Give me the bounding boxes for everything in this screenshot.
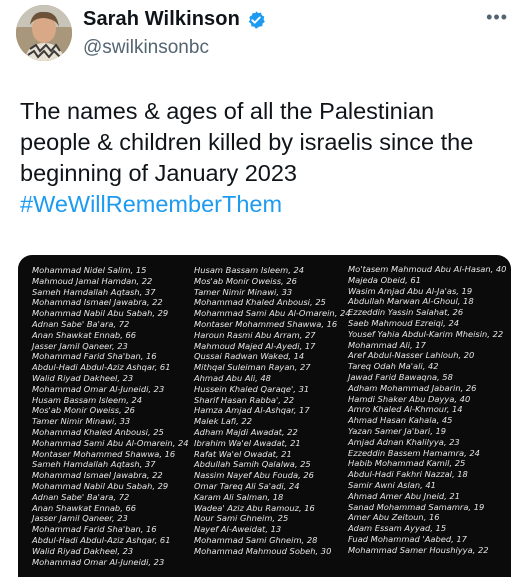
list-item: Saeb Mahmoud Ezreiqi, 24 [348,317,460,328]
list-item: Ezzeddin Bassem Hamamra, 24 [348,447,480,458]
list-item: Mohammad Ali, 17 [348,339,426,350]
list-item: Mohammad Khaled Anbousi, 25 [194,297,326,308]
list-item: Yazan Samer Ja'bari, 19 [348,425,447,436]
list-item: Malek Lafi, 22 [194,416,252,427]
list-item: Anan Shawkat Ennab, 66 [32,329,137,340]
list-item: Mohammad Nabil Abu Sabah, 29 [32,480,169,491]
list-item: Mohammad Samer Houshiyya, 22 [348,544,489,555]
list-item: Tamer Nimir Minawi, 33 [32,416,131,427]
names-column-3: Mo'tasem Mahmoud Abu Al-Hasan, 40 Majeda… [348,264,506,556]
list-item: Hamza Amjad Al-Ashqar, 17 [194,405,310,416]
list-item: Mohammad Farid Sha'ban, 16 [32,524,157,535]
tweet-text: The names & ages of all the Palestinian … [20,96,510,220]
names-column-1: Mohammad Nidel Salim, 15 Mahmoud Jamal H… [32,265,189,567]
list-item: Sanad Mohammad Samamra, 19 [348,501,485,512]
list-item: Adham Mohammad Jabarin, 26 [348,382,477,393]
list-item: Fuad Mohammad 'Aabed, 17 [348,533,467,544]
list-item: Qussai Radwan Waked, 14 [194,351,305,362]
list-item: Abdullah Samih Qalalwa, 25 [194,459,311,470]
list-item: Nassim Nayef Abu Fouda, 26 [194,470,314,481]
list-item: Mos'ab Monir Oweiss, 26 [194,275,297,286]
list-item: Montaser Mohammed Shawwa, 16 [32,448,176,459]
list-item: Ahmad Hasan Kahala, 45 [348,415,453,426]
list-item: Adam Essam Ayyad, 15 [348,523,447,534]
more-options-icon[interactable]: ••• [486,8,508,26]
list-item: Rafat Wa'el Owadat, 21 [194,448,292,459]
list-item: Aref Abdul-Nasser Lahlouh, 20 [348,350,475,361]
list-item: Jawad Farid Bawaqna, 58 [348,371,453,382]
list-item: Montaser Mohammed Shawwa, 16 [194,318,338,329]
list-item: Tareq Odah Ma'ali, 42 [348,361,439,372]
list-item: Mohammad Sami Ghneim, 28 [194,534,318,545]
names-column-2: Husam Bassam Isleem, 24 Mos'ab Monir Owe… [194,265,351,557]
list-item: Anan Shawkat Ennab, 66 [32,502,137,513]
verified-badge-icon [248,10,265,29]
list-item: Abdul-Hadi Abdul-Aziz Ashqar, 61 [32,534,171,545]
list-item: Mohammad Mahmoud Sobeh, 30 [194,545,332,556]
list-item: Jasser Jamil Qaneer, 23 [32,340,128,351]
list-item: Ibrahim Wa'el Awadat, 21 [194,437,301,448]
list-item: Mithqal Suleiman Rayan, 27 [194,362,311,373]
list-item: Wasim Amjad Abu Al-Ja'as, 19 [348,285,473,296]
list-item: Ahmad Abu Ali, 48 [194,372,271,383]
author-name-row: Sarah Wilkinson [83,8,266,31]
list-item: Nayef Al-Aweidat, 13 [194,524,282,535]
hashtag-link[interactable]: #WeWillRememberThem [20,189,510,220]
list-item: Sameh Hamdallah Aqtash, 37 [32,459,156,470]
list-item: Yousef Yahia Abdul-Karim Mheisin, 22 [348,328,504,339]
avatar-photo [16,5,72,61]
list-item: Amjad Adnan Khalilyya, 23 [348,436,460,447]
list-item: Ahmad Amer Abu Jneid, 21 [348,490,460,501]
list-item: Sharif Hasan Rabba', 22 [194,394,295,405]
list-item: Walid Riyad Dakheel, 23 [32,372,134,383]
list-item: Wadea' Aziz Abu Ramouz, 16 [194,502,315,513]
list-item: Amer Abu Zeitoun, 16 [348,512,440,523]
list-item: Tamer Nimir Minawi, 33 [194,286,293,297]
list-item: Mohammad Omar Al-Juneidi, 23 [32,556,165,567]
list-item: Nour Sami Ghneim, 25 [194,513,289,524]
list-item: Jasser Jamil Qaneer, 23 [32,513,128,524]
list-item: Adnan Sabe' Ba'ara, 72 [32,318,130,329]
list-item: Habib Mohammad Kamil, 25 [348,458,466,469]
list-item: Sameh Hamdallah Aqtash, 37 [32,286,156,297]
list-item: Hamdi Shaker Abu Dayya, 40 [348,393,471,404]
list-item: Adnan Sabe' Ba'ara, 72 [32,491,130,502]
list-item: Majeda Obeid, 61 [348,274,421,285]
list-item: Amro Khaled Al-Khmour, 14 [348,404,463,415]
tweet-image[interactable]: Mohammad Nidel Salim, 15 Mahmoud Jamal H… [18,255,511,577]
list-item: Hussein Khaled Qaraqe', 31 [194,383,310,394]
list-item: Mohammad Sami Abu Al-Omarein, 24 [194,308,351,319]
list-item: Karam Ali Salman, 18 [194,491,284,502]
author-name[interactable]: Sarah Wilkinson [83,8,240,31]
list-item: Mahmoud Jamal Hamdan, 22 [32,275,153,286]
list-item: Mohammad Khaled Anbousi, 25 [32,426,164,437]
list-item: Mohammad Nidel Salim, 15 [32,265,147,275]
list-item: Mos'ab Monir Oweiss, 26 [32,405,135,416]
list-item: Samir Awni Aslan, 41 [348,479,436,490]
list-item: Mo'tasem Mahmoud Abu Al-Hasan, 40 [348,264,507,274]
list-item: Abdul-Hadi Fakhri Nazzal, 18 [348,469,468,480]
list-item: Walid Riyad Dakheel, 23 [32,545,134,556]
list-item: Mohammad Ismael Jawabra, 22 [32,470,163,481]
author-avatar[interactable] [16,5,72,61]
list-item: Mohammad Omar Al-Juneidi, 23 [32,383,165,394]
list-item: Mohammad Ismael Jawabra, 22 [32,297,163,308]
list-item: Haroun Rasmi Abu Arram, 27 [194,329,316,340]
list-item: Abdul-Hadi Abdul-Aziz Ashqar, 61 [32,362,171,373]
list-item: Ezzeddin Yassin Salahat, 26 [348,307,464,318]
list-item: Husam Bassam Isleem, 24 [32,394,143,405]
list-item: Mohammad Nabil Abu Sabah, 29 [32,308,169,319]
list-item: Adham Majdi Awadat, 22 [194,426,298,437]
list-item: Mohammad Sami Abu Al-Omarein, 24 [32,437,189,448]
list-item: Husam Bassam Isleem, 24 [194,265,305,275]
list-item: Mohammad Farid Sha'ban, 16 [32,351,157,362]
list-item: Abdullah Marwan Al-Ghoul, 18 [348,296,474,307]
tweet-body: The names & ages of all the Palestinian … [20,98,474,186]
author-handle[interactable]: @swilkinsonbc [83,37,209,59]
list-item: Omar Tareq Ali Sa'adi, 24 [194,480,300,491]
list-item: Mahmoud Majed Al-Ayedi, 17 [194,340,316,351]
